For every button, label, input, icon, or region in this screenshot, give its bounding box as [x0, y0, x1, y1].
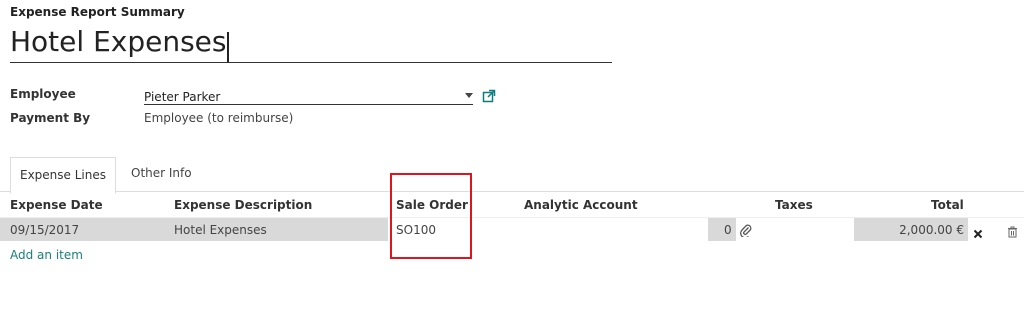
- employee-value: Pieter Parker: [144, 90, 221, 104]
- tab-other-info[interactable]: Other Info: [131, 166, 192, 180]
- employee-label: Employee: [10, 87, 76, 101]
- section-label: Expense Report Summary: [10, 5, 185, 19]
- col-expense-date[interactable]: Expense Date: [10, 198, 103, 212]
- row-cell-bg: [708, 218, 736, 241]
- cell-total[interactable]: 2,000.00 €: [854, 223, 964, 237]
- col-expense-description[interactable]: Expense Description: [174, 198, 312, 212]
- title-field[interactable]: Hotel Expenses: [10, 24, 612, 63]
- tabs-divider: [0, 191, 1024, 192]
- close-icon[interactable]: [973, 224, 983, 239]
- text-cursor: [227, 31, 230, 62]
- cell-attachment-count: 0: [724, 223, 732, 237]
- page-title: Hotel Expenses: [10, 25, 227, 58]
- col-total[interactable]: Total: [931, 198, 964, 212]
- tab-expense-lines[interactable]: Expense Lines: [10, 157, 116, 194]
- col-analytic-account[interactable]: Analytic Account: [524, 198, 638, 212]
- employee-field[interactable]: Pieter Parker: [144, 86, 473, 105]
- caret-down-icon[interactable]: [465, 93, 473, 98]
- paperclip-icon[interactable]: [740, 222, 752, 239]
- payment-label: Payment By: [10, 111, 91, 125]
- payment-value: Employee (to reimburse): [144, 111, 294, 125]
- highlight-box: [390, 173, 472, 259]
- external-link-icon[interactable]: [482, 88, 496, 103]
- trash-icon[interactable]: [1007, 223, 1018, 238]
- add-item-link[interactable]: Add an item: [10, 248, 83, 262]
- cell-expense-date[interactable]: 09/15/2017: [10, 223, 79, 237]
- col-taxes[interactable]: Taxes: [775, 198, 813, 212]
- cell-expense-description[interactable]: Hotel Expenses: [174, 223, 267, 237]
